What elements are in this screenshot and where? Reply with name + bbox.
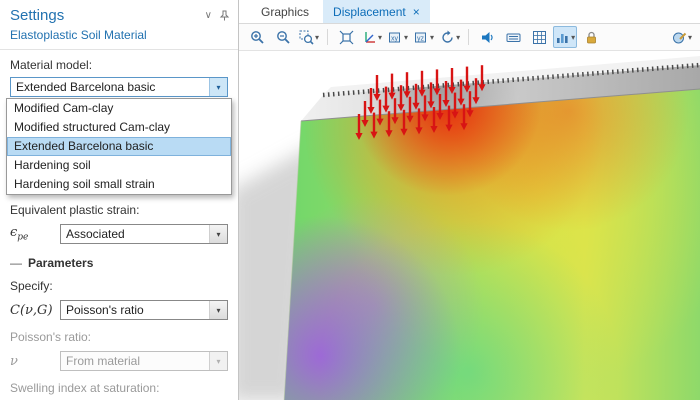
settings-title: Settings — [10, 7, 65, 24]
dropdown-option-selected[interactable]: Extended Barcelona basic — [7, 137, 231, 156]
lock-icon — [586, 31, 596, 43]
zoom-in-button[interactable] — [245, 26, 269, 48]
toolbar-separator — [468, 29, 470, 45]
tab-graphics[interactable]: Graphics — [251, 0, 319, 23]
comsol-window: Settings ∨ Elastoplastic Soil Material M… — [0, 0, 700, 400]
chevron-down-icon[interactable]: ∨ — [205, 10, 212, 21]
rotate-icon — [442, 30, 453, 43]
settings-panel: Settings ∨ Elastoplastic Soil Material M… — [0, 0, 239, 400]
specify-label: Specify: — [10, 279, 53, 293]
caret-down-icon: ▾ — [378, 32, 383, 42]
equivalent-plastic-strain-label: Equivalent plastic strain: — [10, 203, 140, 217]
material-model-value: Extended Barcelona basic — [16, 80, 156, 94]
plot-settings-button[interactable]: ▾ — [553, 26, 578, 48]
dropdown-option[interactable]: Modified Cam-clay — [7, 99, 231, 118]
graphics-panel: Graphics Displacement × ▾ ▾ xy ▾ yz ▾ ▾ … — [239, 0, 700, 400]
caret-down-icon: ▾ — [571, 32, 576, 42]
snapshot-button[interactable]: ▾ — [670, 26, 694, 48]
zoom-out-button[interactable] — [271, 26, 295, 48]
equivalent-plastic-strain-combobox[interactable]: Associated ▾ — [60, 224, 228, 244]
zoom-in-icon — [250, 30, 264, 44]
toolbar-separator — [327, 29, 329, 45]
rotate-view-button[interactable]: ▾ — [438, 26, 462, 48]
material-model-dropdown-list: Modified Cam-clay Modified structured Ca… — [6, 98, 232, 195]
dropdown-option[interactable]: Hardening soil small strain — [7, 175, 231, 194]
material-model-label: Material model: — [10, 58, 93, 72]
combo-dropdown-button[interactable]: ▾ — [209, 78, 227, 96]
caret-down-icon: ▾ — [404, 32, 409, 42]
combo-dropdown-button[interactable]: ▾ — [209, 225, 227, 243]
dropdown-option[interactable]: Hardening soil — [7, 156, 231, 175]
parameters-section-header[interactable]: — Parameters — [0, 246, 238, 271]
caret-down-icon: ▾ — [430, 32, 435, 42]
view-yz-button[interactable]: yz ▾ — [412, 26, 436, 48]
svg-text:yz: yz — [417, 35, 425, 42]
speaker-icon — [481, 31, 493, 43]
svg-text:xy: xy — [391, 35, 399, 42]
grid-icon — [532, 30, 546, 44]
axis-triad-icon — [365, 31, 376, 43]
collapse-dash-icon: — — [10, 256, 22, 270]
poissons-ratio-combobox: From material ▾ — [60, 351, 228, 371]
material-model-combobox[interactable]: Extended Barcelona basic ▾ — [10, 77, 228, 97]
graphics-tab-bar: Graphics Displacement × — [239, 0, 700, 24]
close-tab-icon[interactable]: × — [413, 6, 420, 18]
zoom-box-icon — [299, 30, 314, 45]
scene-light-button[interactable] — [475, 26, 499, 48]
caret-down-icon: ▾ — [456, 32, 461, 42]
settings-subtitle: Elastoplastic Soil Material — [0, 24, 238, 50]
displacement-plot-3d — [239, 56, 700, 400]
c-nu-g-symbol: C(ν,G) — [10, 302, 53, 318]
plot-settings-icon — [557, 33, 568, 43]
poissons-ratio-label: Poisson's ratio: — [10, 330, 91, 344]
dropdown-option[interactable]: Modified structured Cam-clay — [7, 118, 231, 137]
pin-icon[interactable] — [219, 10, 230, 21]
settings-header: Settings ∨ — [0, 0, 238, 24]
epsilon-pe-symbol: ϵpe — [10, 225, 29, 243]
lock-button[interactable] — [579, 26, 603, 48]
combo-dropdown-button[interactable]: ▾ — [209, 301, 227, 319]
view-xy-icon: xy — [389, 32, 401, 42]
swelling-index-label: Swelling index at saturation: — [10, 381, 160, 395]
graphics-canvas[interactable] — [239, 51, 700, 400]
go-to-default-view-button[interactable]: ▾ — [360, 26, 384, 48]
tab-displacement[interactable]: Displacement × — [323, 0, 430, 23]
zoom-extents-button[interactable] — [334, 26, 358, 48]
snapshot-icon — [672, 32, 687, 43]
view-xy-button[interactable]: xy ▾ — [386, 26, 410, 48]
keyboard-icon — [506, 33, 521, 42]
keyboard-shortcuts-button[interactable] — [501, 26, 525, 48]
nu-symbol: ν — [10, 353, 18, 369]
specify-combobox[interactable]: Poisson's ratio ▾ — [60, 300, 228, 320]
combo-dropdown-button: ▾ — [209, 352, 227, 370]
parameters-section-title: Parameters — [28, 256, 94, 270]
zoom-box-button[interactable]: ▾ — [297, 26, 321, 48]
caret-down-icon: ▾ — [687, 32, 692, 42]
zoom-extents-icon — [339, 30, 353, 44]
caret-down-icon: ▾ — [315, 32, 320, 42]
zoom-out-icon — [276, 30, 290, 44]
view-yz-icon: yz — [415, 32, 427, 42]
graphics-toolbar: ▾ ▾ xy ▾ yz ▾ ▾ ▾ ▾ — [239, 24, 700, 51]
grid-button[interactable] — [527, 26, 551, 48]
